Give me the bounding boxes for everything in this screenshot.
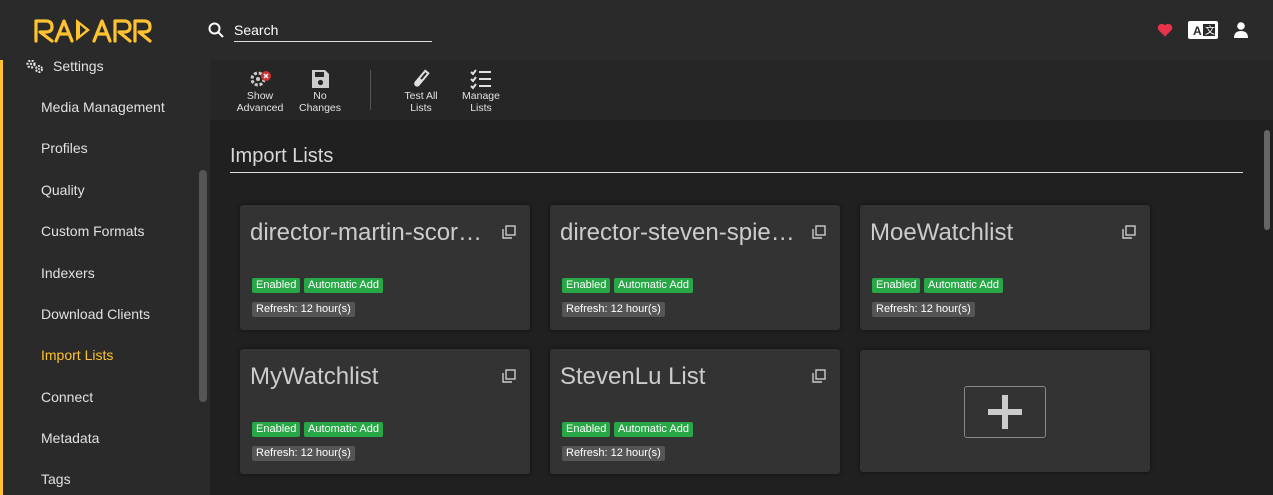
- sidebar-item-custom-formats[interactable]: Custom Formats: [41, 221, 144, 241]
- automatic-add-badge: Automatic Add: [614, 278, 693, 293]
- automatic-add-badge: Automatic Add: [304, 422, 383, 437]
- test-all-label-1: Test All: [404, 90, 438, 102]
- automatic-add-badge: Automatic Add: [304, 278, 383, 293]
- refresh-badge: Refresh: 12 hour(s): [562, 446, 665, 461]
- manage-label-1: Manage: [462, 90, 500, 102]
- main-scrollbar[interactable]: [1264, 130, 1270, 230]
- refresh-badge: Refresh: 12 hour(s): [252, 302, 355, 317]
- main-content: Import Lists director-martin-scorsese En…: [210, 120, 1273, 495]
- enabled-badge: Enabled: [562, 278, 611, 293]
- list-name: director-martin-scorsese: [250, 219, 490, 246]
- user-icon[interactable]: [1229, 18, 1253, 42]
- enabled-badge: Enabled: [872, 278, 921, 293]
- header: A 文: [0, 0, 1273, 60]
- radarr-logo[interactable]: [32, 13, 156, 47]
- translate-icon[interactable]: A 文: [1187, 18, 1219, 42]
- search-bar: [208, 18, 432, 42]
- add-button[interactable]: [964, 386, 1046, 438]
- svg-text:文: 文: [1205, 24, 1215, 37]
- page-toolbar: Show Advanced No Changes Test All Lists: [210, 60, 1273, 120]
- sidebar-item-indexers[interactable]: Indexers: [41, 263, 95, 283]
- sidebar-item-import-lists[interactable]: Import Lists: [41, 345, 113, 365]
- header-actions: A 文: [1153, 18, 1253, 42]
- show-advanced-label-2: Advanced: [236, 102, 284, 114]
- sidebar-item-settings[interactable]: Settings: [25, 60, 104, 75]
- clone-icon[interactable]: [502, 225, 516, 239]
- import-list-card[interactable]: MyWatchlist Enabled Automatic Add Refres…: [240, 349, 530, 474]
- sidebar-item-metadata[interactable]: Metadata: [41, 428, 99, 448]
- list-name: MyWatchlist: [250, 363, 379, 390]
- list-check-icon: [470, 69, 491, 90]
- search-icon: [208, 22, 224, 38]
- import-list-card[interactable]: StevenLu List Enabled Automatic Add Refr…: [550, 349, 840, 474]
- automatic-add-badge: Automatic Add: [614, 422, 693, 437]
- enabled-badge: Enabled: [252, 422, 301, 437]
- import-list-card[interactable]: MoeWatchlist Enabled Automatic Add Refre…: [860, 205, 1150, 330]
- enabled-badge: Enabled: [562, 422, 611, 437]
- import-list-card[interactable]: director-martin-scorsese Enabled Automat…: [240, 205, 530, 330]
- clone-icon[interactable]: [812, 225, 826, 239]
- clone-icon[interactable]: [502, 369, 516, 383]
- sidebar-item-connect[interactable]: Connect: [41, 387, 93, 407]
- show-advanced-label-1: Show: [246, 90, 274, 102]
- clone-icon[interactable]: [812, 369, 826, 383]
- gears-icon: [26, 60, 43, 73]
- refresh-badge: Refresh: 12 hour(s): [252, 446, 355, 461]
- sidebar: Settings Media Management Profiles Quali…: [0, 60, 210, 495]
- test-tube-icon: [414, 69, 430, 87]
- sidebar-item-download-clients[interactable]: Download Clients: [41, 304, 150, 324]
- cogs-disabled-icon: [250, 71, 271, 87]
- svg-text:A: A: [1193, 24, 1202, 38]
- search-input[interactable]: [234, 18, 432, 42]
- save-icon: [312, 70, 329, 88]
- sidebar-scrollbar[interactable]: [199, 170, 207, 402]
- page-title: Import Lists: [230, 145, 334, 167]
- title-divider: [230, 172, 1243, 173]
- clone-icon[interactable]: [1122, 225, 1136, 239]
- sidebar-item-tags[interactable]: Tags: [41, 469, 71, 489]
- list-name: StevenLu List: [560, 363, 706, 390]
- heart-icon[interactable]: [1153, 18, 1177, 42]
- no-changes-label-2: Changes: [298, 102, 342, 114]
- plus-icon: [988, 395, 1022, 429]
- no-changes-label-1: No: [313, 90, 327, 102]
- refresh-badge: Refresh: 12 hour(s): [562, 302, 665, 317]
- test-all-lists-button[interactable]: Test All Lists: [391, 68, 451, 116]
- sidebar-item-label: Settings: [53, 60, 104, 74]
- sidebar-item-quality[interactable]: Quality: [41, 180, 85, 200]
- show-advanced-button[interactable]: Show Advanced: [230, 68, 290, 116]
- import-list-card[interactable]: director-steven-spielberg Enabled Automa…: [550, 205, 840, 330]
- sidebar-item-media-management[interactable]: Media Management: [41, 97, 165, 117]
- enabled-badge: Enabled: [252, 278, 301, 293]
- sidebar-active-accent: [0, 60, 3, 495]
- manage-label-2: Lists: [470, 102, 492, 114]
- list-name: MoeWatchlist: [870, 219, 1014, 246]
- refresh-badge: Refresh: 12 hour(s): [872, 302, 975, 317]
- test-all-label-2: Lists: [410, 102, 432, 114]
- manage-lists-button[interactable]: Manage Lists: [451, 68, 511, 116]
- toolbar-separator: [370, 70, 371, 110]
- add-import-list-card[interactable]: [860, 350, 1150, 472]
- automatic-add-badge: Automatic Add: [924, 278, 1003, 293]
- save-button[interactable]: No Changes: [290, 68, 350, 116]
- sidebar-item-profiles[interactable]: Profiles: [41, 138, 88, 158]
- list-name: director-steven-spielberg: [560, 219, 800, 246]
